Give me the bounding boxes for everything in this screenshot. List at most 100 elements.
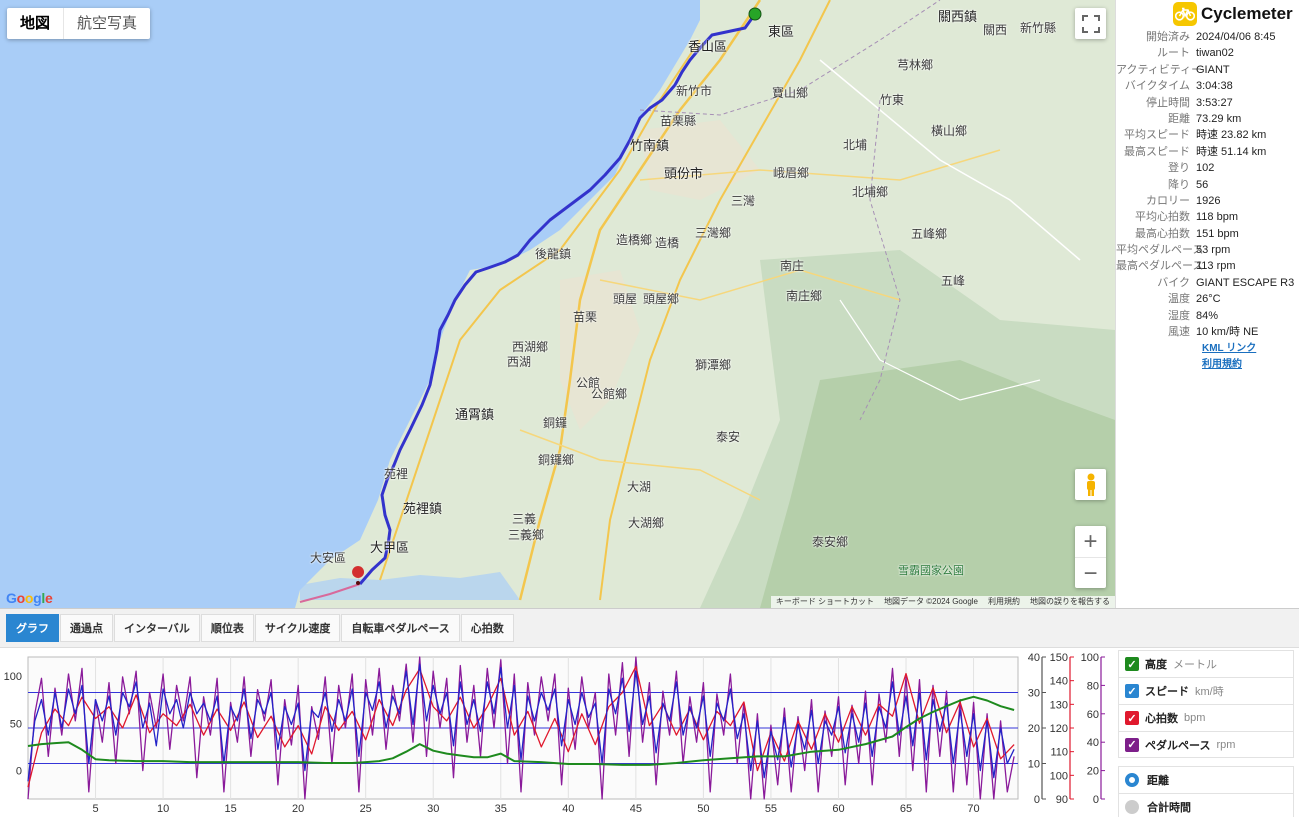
- map-place-label: 三灣: [731, 194, 756, 208]
- speed-tick-label: 20: [1028, 723, 1040, 735]
- map-place-label: 通霄鎮: [455, 407, 495, 422]
- map-place-label: 寶山鄉: [772, 86, 809, 100]
- stat-label: 開始済み: [1146, 31, 1190, 43]
- tab-3[interactable]: 順位表: [200, 614, 254, 642]
- stat-value: 1926: [1196, 194, 1221, 207]
- map-place-label: 造橋鄉: [616, 233, 653, 247]
- stat-row: アクティビティー GIANT: [1116, 63, 1299, 79]
- checkbox-checked-icon[interactable]: ✓: [1125, 684, 1139, 698]
- route-map[interactable]: 關西鎮 東區 新竹縣 香山區 關西 芎林鄉 新竹市 寶山鄉 竹東 苗栗縣 橫山鄉 竹南鎮 北埔 頭份市 峨眉…: [0, 0, 1115, 608]
- stat-label: 平均スピード: [1124, 129, 1190, 142]
- map-place-label: 苗栗縣: [660, 114, 697, 128]
- x-tick-label: 10: [157, 803, 169, 815]
- stat-label: アクティビティー: [1116, 63, 1203, 76]
- checkbox-checked-icon[interactable]: ✓: [1125, 711, 1139, 725]
- x-tick-label: 65: [900, 803, 912, 815]
- stat-row: 最高スピード 時速 51.14 km: [1116, 145, 1299, 161]
- map-place-label: 造橋: [655, 236, 680, 250]
- legend-item[interactable]: ✓ 心拍数 bpm: [1118, 704, 1294, 731]
- legend-item[interactable]: ✓ スピード km/時: [1118, 677, 1294, 704]
- stat-row: カロリー 1926: [1116, 194, 1299, 210]
- report-error-link[interactable]: 地図の誤りを報告する: [1025, 596, 1115, 608]
- stat-row: ルート tiwan02: [1116, 46, 1299, 62]
- map-data-credit: 地図データ ©2024 Google: [884, 597, 978, 606]
- map-place-label: 新竹縣: [1020, 21, 1057, 35]
- activity-stats: 開始済み 2024/04/06 8:45 ルート tiwan02 アクティビティー GIA…: [1116, 30, 1299, 373]
- x-tick-label: 35: [495, 803, 507, 815]
- map-place-label: 銅鑼鄉: [538, 453, 575, 467]
- app-header: Cyclemeter: [1173, 2, 1293, 26]
- x-axis-option[interactable]: 合計時間: [1118, 793, 1294, 817]
- map-place-label: 竹東: [880, 93, 905, 107]
- map-place-label: 大湖: [627, 480, 652, 494]
- cadence-tick-label: 20: [1087, 766, 1099, 778]
- stat-row: 平均スピード 時速 23.82 km: [1116, 128, 1299, 144]
- checkbox-checked-icon[interactable]: ✓: [1125, 657, 1139, 671]
- map-type-satellite-button[interactable]: 航空写真: [63, 8, 150, 39]
- zoom-in-button[interactable]: +: [1075, 526, 1106, 557]
- keyboard-shortcuts-link[interactable]: キーボード ショートカット: [771, 596, 879, 608]
- activity-chart[interactable]: 5 10 15 20 25 30 35 40 45 50 55 60 65 70 0 50 100 0 10 20 30…: [0, 648, 1115, 817]
- stat-label: バイク: [1157, 276, 1190, 289]
- tab-5[interactable]: 自転車ペダルペース: [341, 614, 460, 642]
- map-place-label: 大安區: [310, 551, 347, 565]
- street-view-button[interactable]: [1075, 469, 1106, 500]
- radio-unselected-icon[interactable]: [1125, 799, 1139, 814]
- tab-6[interactable]: 心拍数: [460, 614, 514, 642]
- tab-2[interactable]: インターバル: [114, 614, 200, 642]
- legend-item[interactable]: ✓ ペダルペース rpm: [1118, 731, 1294, 758]
- heart_rate-tick-label: 90: [1056, 794, 1068, 806]
- radio-selected-icon[interactable]: [1125, 773, 1139, 787]
- map-type-roadmap-button[interactable]: 地図: [7, 8, 63, 39]
- x-tick-label: 30: [427, 803, 439, 815]
- stat-value: 時速 23.82 km: [1196, 129, 1267, 142]
- stat-row: 停止時間 3:53:27: [1116, 96, 1299, 112]
- x-tick-label: 15: [224, 803, 236, 815]
- legend-item[interactable]: ✓ 高度 メートル: [1118, 650, 1294, 677]
- map-place-label: 雪霸國家公園: [898, 565, 964, 577]
- tab-4[interactable]: サイクル速度: [254, 614, 341, 642]
- stat-value: GIANT: [1196, 63, 1230, 76]
- tab-0[interactable]: グラフ: [6, 614, 59, 642]
- x-tick-label: 20: [292, 803, 304, 815]
- map-place-label: 五峰: [941, 274, 966, 288]
- legend-series-name: 心拍数: [1145, 713, 1178, 725]
- stat-label: 温度: [1168, 293, 1190, 306]
- zoom-out-button[interactable]: −: [1075, 557, 1106, 588]
- map-place-label: 關西鎮: [938, 9, 978, 24]
- stat-value: 102: [1196, 162, 1215, 175]
- tab-1[interactable]: 通過点: [60, 614, 113, 642]
- legend-series-unit: km/時: [1195, 686, 1224, 698]
- map-place-label: 大甲區: [370, 540, 410, 555]
- stat-value: 84%: [1196, 309, 1219, 322]
- stat-label: 最高心拍数: [1135, 227, 1190, 240]
- map-footer: キーボード ショートカット 地図データ ©2024 Google 利用規約 地図…: [770, 596, 1115, 608]
- stat-value: GIANT ESCAPE R3: [1196, 276, 1295, 289]
- map-place-label: 苑裡鎮: [403, 501, 443, 516]
- stat-label: ルート: [1157, 47, 1190, 60]
- map-place-label: 五峰鄉: [911, 227, 948, 241]
- terms-link[interactable]: 利用規約: [1116, 357, 1299, 373]
- map-place-label: 頭屋: [613, 292, 638, 306]
- heart_rate-tick-label: 100: [1050, 770, 1068, 782]
- stat-row: 開始済み 2024/04/06 8:45: [1116, 30, 1299, 46]
- stat-row: 温度 26°C: [1116, 292, 1299, 308]
- cadence-tick-label: 80: [1087, 680, 1099, 692]
- x-axis-option[interactable]: 距離: [1118, 766, 1294, 793]
- map-place-label: 公館鄉: [591, 387, 628, 401]
- stat-value: 時速 51.14 km: [1196, 145, 1267, 158]
- kml-link[interactable]: KML リンク: [1116, 341, 1299, 357]
- heart_rate-tick-label: 140: [1050, 676, 1068, 688]
- map-place-label: 三義鄉: [508, 528, 545, 542]
- map-terrain: [295, 0, 1115, 608]
- heart_rate-tick-label: 110: [1050, 747, 1068, 759]
- map-place-label: 新竹市: [676, 84, 713, 98]
- checkbox-checked-icon[interactable]: ✓: [1125, 737, 1139, 752]
- activity-info-panel: Cyclemeter 開始済み 2024/04/06 8:45 ルート tiwan02…: [1115, 0, 1299, 608]
- map-terms-link[interactable]: 利用規約: [983, 596, 1025, 608]
- map-place-label: 頭屋鄉: [643, 292, 680, 306]
- map-place-label: 北埔: [843, 138, 868, 152]
- stat-value: 118 bpm: [1196, 211, 1238, 224]
- x-tick-label: 70: [967, 803, 979, 815]
- fullscreen-button[interactable]: [1075, 8, 1106, 39]
